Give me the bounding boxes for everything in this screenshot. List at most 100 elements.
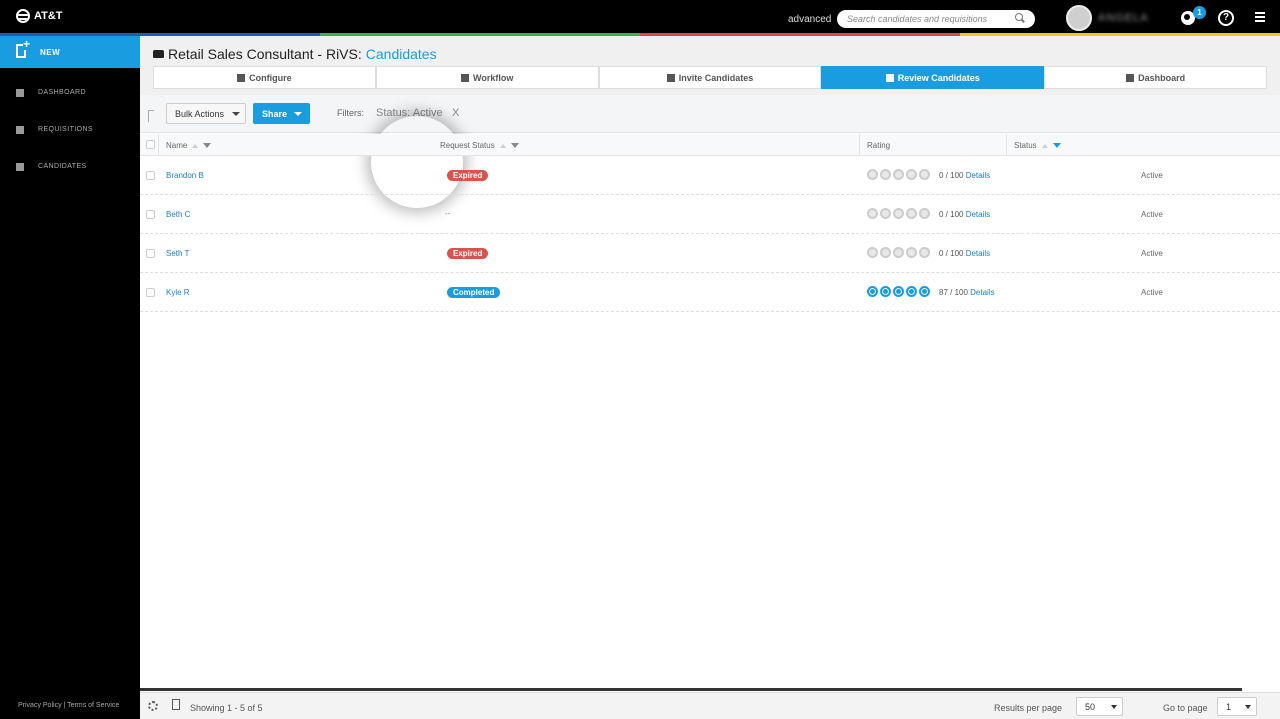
column-divider bbox=[158, 134, 159, 156]
sort-icon[interactable] bbox=[192, 143, 199, 148]
page-header: Retail Sales Consultant - RiVS: Candidat… bbox=[140, 36, 1280, 95]
sidebar-item-label: REQUISITIONS bbox=[38, 126, 93, 133]
score-value: 0 / 100 bbox=[939, 249, 964, 258]
hamburger-menu-icon[interactable] bbox=[1255, 12, 1265, 22]
sidebar-item-candidates[interactable]: CANDIDATES bbox=[0, 158, 140, 178]
filter-icon[interactable] bbox=[203, 143, 212, 148]
step-workflow[interactable]: Workflow bbox=[375, 66, 599, 89]
rating-dot bbox=[919, 169, 930, 180]
select-all-checkbox[interactable] bbox=[146, 140, 155, 149]
column-label: Rating bbox=[867, 141, 891, 150]
sort-arrow-icon[interactable] bbox=[148, 110, 154, 122]
mode-label[interactable]: advanced bbox=[788, 14, 831, 25]
logo-text: AT&T bbox=[34, 10, 63, 22]
sidebar-item-requisitions[interactable]: REQUISITIONS bbox=[0, 121, 140, 141]
share-button[interactable]: Share bbox=[253, 103, 310, 124]
rating-dot bbox=[867, 208, 878, 219]
horizontal-scrollbar[interactable] bbox=[140, 688, 1242, 691]
step-review-candidates[interactable]: Review Candidates bbox=[821, 66, 1045, 89]
bar-chart-icon bbox=[16, 89, 24, 97]
wrench-icon bbox=[237, 73, 246, 82]
page-title-link[interactable]: Candidates bbox=[366, 46, 437, 62]
page-title: Retail Sales Consultant - RiVS: Candidat… bbox=[153, 46, 437, 62]
rating-dot bbox=[880, 286, 891, 297]
candidate-name-link[interactable]: Beth C bbox=[166, 210, 190, 219]
score-value: 0 / 100 bbox=[939, 210, 964, 219]
toolbar: Bulk Actions Share Filters: Status: Acti… bbox=[140, 95, 1280, 133]
row-checkbox[interactable] bbox=[146, 249, 155, 258]
main-content: Retail Sales Consultant - RiVS: Candidat… bbox=[140, 36, 1280, 719]
rating-dot bbox=[906, 247, 917, 258]
table-footer: Showing 1 - 5 of 5 Results per page 50 G… bbox=[140, 692, 1280, 719]
candidate-name-link[interactable]: Seth T bbox=[166, 249, 189, 258]
export-document-icon[interactable] bbox=[172, 699, 180, 710]
filter-icon[interactable] bbox=[510, 143, 519, 148]
bulk-actions-label: Bulk Actions bbox=[175, 108, 225, 119]
chevron-down-icon bbox=[1111, 705, 1117, 709]
filter-icon[interactable] bbox=[1052, 143, 1061, 148]
rating-dot bbox=[893, 169, 904, 180]
rating-dot bbox=[919, 247, 930, 258]
gear-icon[interactable] bbox=[148, 701, 158, 711]
sort-icon[interactable] bbox=[499, 143, 506, 148]
rating-dot bbox=[867, 247, 878, 258]
branch-icon bbox=[461, 73, 470, 82]
request-status-badge: Expired bbox=[447, 248, 489, 259]
candidate-name-link[interactable]: Brandon B bbox=[166, 171, 204, 180]
status-cell: Active bbox=[1141, 171, 1163, 180]
details-link[interactable]: Details bbox=[966, 171, 990, 180]
table-row[interactable]: Brandon B Expired 0 / 100 Details Active bbox=[140, 156, 1280, 195]
privacy-terms-links[interactable]: Privacy Policy | Terms of Service bbox=[18, 702, 119, 709]
table-row[interactable]: Beth C -- 0 / 100 Details Active bbox=[140, 195, 1280, 234]
att-logo[interactable]: AT&T bbox=[16, 9, 63, 23]
rating-dot bbox=[893, 208, 904, 219]
new-document-icon bbox=[16, 38, 31, 58]
details-link[interactable]: Details bbox=[966, 249, 990, 258]
rating-dots bbox=[867, 286, 930, 297]
sidebar-item-label: DASHBOARD bbox=[38, 89, 86, 96]
briefcase-icon bbox=[153, 50, 164, 58]
score-value: 87 / 100 bbox=[939, 288, 968, 297]
rating-dots bbox=[867, 169, 930, 180]
search-input[interactable] bbox=[837, 10, 1035, 28]
rating-dots bbox=[867, 208, 930, 219]
step-invite-candidates[interactable]: Invite Candidates bbox=[598, 66, 822, 89]
column-header-rating[interactable]: Rating bbox=[867, 141, 890, 150]
details-link[interactable]: Details bbox=[970, 288, 994, 297]
results-per-page-select[interactable]: 50 bbox=[1076, 697, 1123, 716]
row-checkbox[interactable] bbox=[146, 171, 155, 180]
row-checkbox[interactable] bbox=[146, 288, 155, 297]
help-icon[interactable]: ? bbox=[1218, 10, 1234, 26]
row-checkbox[interactable] bbox=[146, 210, 155, 219]
user-name[interactable]: ANGELA bbox=[1098, 12, 1149, 24]
sort-icon[interactable] bbox=[1041, 143, 1048, 148]
table-row[interactable]: Seth T Expired 0 / 100 Details Active bbox=[140, 234, 1280, 273]
sidebar-item-dashboard[interactable]: DASHBOARD bbox=[0, 84, 140, 104]
details-link[interactable]: Details bbox=[966, 210, 990, 219]
step-dashboard[interactable]: Dashboard bbox=[1044, 66, 1267, 89]
rating-dot bbox=[893, 286, 904, 297]
table-row[interactable]: Kyle R Completed 87 / 100 Details Active bbox=[140, 273, 1280, 312]
results-per-page-label: Results per page bbox=[994, 703, 1063, 713]
rating-dot bbox=[880, 169, 891, 180]
go-to-page-select[interactable]: 1 bbox=[1217, 697, 1257, 716]
status-cell: Active bbox=[1141, 249, 1163, 258]
column-header-name[interactable]: Name bbox=[166, 141, 212, 150]
column-header-status[interactable]: Status bbox=[1014, 141, 1061, 150]
column-header-request-status[interactable]: Request Status bbox=[440, 141, 519, 150]
top-bar: AT&T advanced ANGELA 1 ? bbox=[0, 0, 1280, 35]
avatar[interactable] bbox=[1066, 5, 1092, 31]
remove-filter-button[interactable]: X bbox=[452, 107, 459, 119]
step-configure[interactable]: Configure bbox=[153, 66, 376, 89]
rating-dots bbox=[867, 247, 930, 258]
sidebar-item-new[interactable]: NEW bbox=[0, 36, 140, 68]
bulk-actions-button[interactable]: Bulk Actions bbox=[166, 103, 246, 124]
filter-chip-status[interactable]: Status: Active bbox=[376, 107, 443, 119]
rating-dot bbox=[919, 208, 930, 219]
column-divider bbox=[1006, 134, 1007, 156]
step-label: Workflow bbox=[473, 72, 514, 83]
candidate-name-link[interactable]: Kyle R bbox=[166, 288, 190, 297]
notification-badge[interactable]: 1 bbox=[1193, 6, 1206, 19]
score-value: 0 / 100 bbox=[939, 171, 964, 180]
search-icon[interactable] bbox=[1015, 13, 1023, 21]
